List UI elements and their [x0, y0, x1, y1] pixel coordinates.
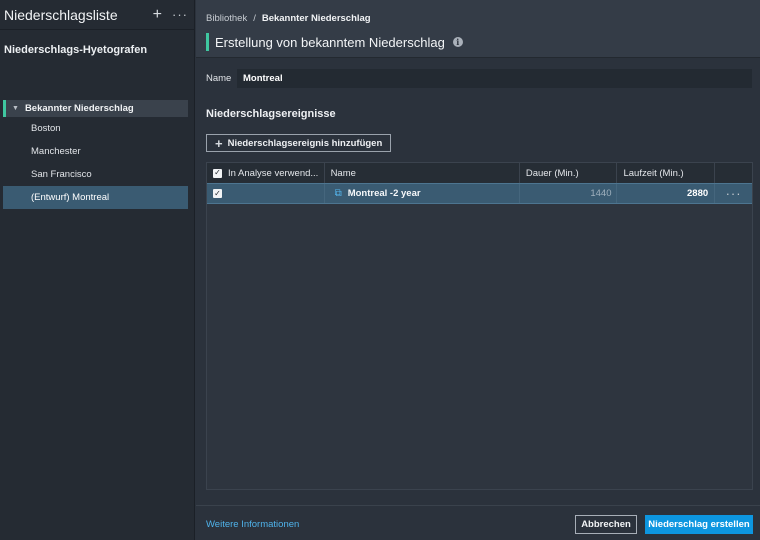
- name-input[interactable]: [237, 69, 752, 88]
- row-more-icon[interactable]: ···: [726, 187, 742, 200]
- events-heading: Niederschlagsereignisse: [206, 108, 336, 120]
- table-header: ✓ In Analyse verwend... Name Dauer (Min.…: [207, 163, 752, 183]
- row-cell-duration: 1440: [520, 184, 618, 203]
- events-table: ✓ In Analyse verwend... Name Dauer (Min.…: [206, 162, 753, 490]
- main-panel: Bibliothek / Bekannter Niederschlag Erst…: [196, 0, 760, 540]
- external-link-icon[interactable]: ⧉: [335, 188, 342, 199]
- sidebar-item-boston[interactable]: Boston: [3, 117, 188, 140]
- table-row[interactable]: ✓ ⧉ Montreal -2 year 1440 2880 ···: [207, 183, 752, 204]
- caret-down-icon[interactable]: ▼: [12, 105, 19, 112]
- column-header-duration[interactable]: Dauer (Min.): [520, 163, 618, 183]
- add-event-button[interactable]: + Niederschlagsereignis hinzufügen: [206, 134, 392, 152]
- row-name[interactable]: Montreal -2 year: [348, 188, 421, 199]
- cancel-button[interactable]: Abbrechen: [575, 515, 637, 534]
- column-header-runtime[interactable]: Laufzeit (Min.): [617, 163, 716, 183]
- sidebar-item-manchester[interactable]: Manchester: [3, 140, 188, 163]
- column-header-name[interactable]: Name: [325, 163, 520, 183]
- column-header-label: Dauer (Min.): [525, 167, 579, 179]
- info-icon[interactable]: i: [452, 37, 463, 47]
- sidebar: Niederschlagsliste + ··· Niederschlags-H…: [0, 0, 195, 540]
- sidebar-item-label: (Entwurf) Montreal: [31, 192, 110, 203]
- rainfall-group: ▼ Bekannter Niederschlag Boston Manchest…: [3, 100, 188, 209]
- row-cell-runtime[interactable]: 2880: [617, 184, 716, 203]
- add-event-label: Niederschlagsereignis hinzufügen: [227, 137, 383, 149]
- row-checkbox[interactable]: ✓: [213, 189, 222, 198]
- page-title-row: Erstellung von bekanntem Niederschlag i: [206, 33, 760, 51]
- header: Bibliothek / Bekannter Niederschlag Erst…: [196, 0, 760, 58]
- breadcrumb: Bibliothek / Bekannter Niederschlag: [206, 0, 760, 24]
- create-rainfall-button[interactable]: Niederschlag erstellen: [645, 515, 753, 534]
- sidebar-header: Niederschlagsliste + ···: [0, 0, 194, 30]
- group-label: Bekannter Niederschlag: [24, 103, 134, 114]
- row-cell-actions: ···: [715, 184, 752, 203]
- footer: Weitere Informationen Abbrechen Niedersc…: [196, 505, 760, 540]
- row-cell-name: ⧉ Montreal -2 year: [325, 184, 520, 203]
- breadcrumb-current: Bekannter Niederschlag: [261, 13, 371, 24]
- section-title: Niederschlags-Hyetografen: [4, 44, 148, 56]
- sidebar-item-draft-montreal[interactable]: (Entwurf) Montreal: [3, 186, 188, 209]
- breadcrumb-separator: /: [253, 13, 256, 24]
- name-label: Name: [206, 73, 232, 84]
- sidebar-item-label: San Francisco: [31, 169, 92, 180]
- more-options-icon[interactable]: ···: [172, 8, 188, 21]
- breadcrumb-library[interactable]: Bibliothek: [206, 13, 247, 24]
- sidebar-item-label: Manchester: [31, 146, 81, 157]
- plus-icon: +: [215, 135, 223, 151]
- more-info-link[interactable]: Weitere Informationen: [206, 519, 299, 530]
- name-row: Name: [206, 69, 752, 88]
- group-header-known-rainfall[interactable]: ▼ Bekannter Niederschlag: [3, 100, 188, 117]
- sidebar-title: Niederschlagsliste: [4, 6, 118, 23]
- sidebar-item-san-francisco[interactable]: San Francisco: [3, 163, 188, 186]
- row-cell-in-analysis: ✓: [207, 184, 325, 203]
- select-all-checkbox[interactable]: ✓: [213, 168, 222, 178]
- sidebar-item-label: Boston: [31, 123, 61, 134]
- sidebar-actions: + ···: [153, 6, 188, 23]
- column-header-label: Laufzeit (Min.): [623, 167, 684, 179]
- page-title: Erstellung von bekanntem Niederschlag: [215, 34, 445, 50]
- column-header-in-analysis[interactable]: ✓ In Analyse verwend...: [207, 163, 325, 183]
- add-rainfall-icon[interactable]: +: [153, 6, 162, 23]
- column-header-label: In Analyse verwend...: [228, 167, 319, 179]
- column-header-label: Name: [330, 167, 356, 179]
- column-header-actions: [715, 163, 752, 183]
